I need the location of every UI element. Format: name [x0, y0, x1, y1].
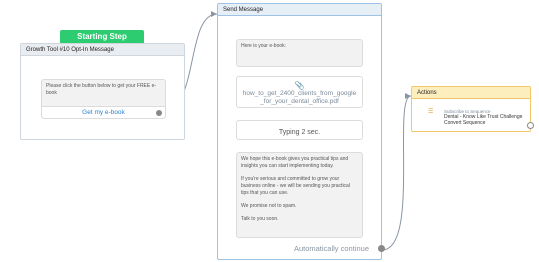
- button-connector-dot[interactable]: [156, 110, 162, 116]
- actions-connector-dot[interactable]: [527, 122, 534, 129]
- message-file-attachment: 📎 how_to_get_2400_clients_from_google_fo…: [236, 76, 363, 108]
- message-paragraph: We promise not to spam.: [241, 203, 297, 209]
- action-subscribe-sequence[interactable]: ☰ Subscribe to Sequence Dental - Know Li…: [418, 106, 526, 128]
- actions-node[interactable]: Actions ☰ Subscribe to Sequence Dental -…: [411, 86, 534, 132]
- message-text-ebook: Here is your e-book:: [236, 39, 363, 67]
- paperclip-icon: 📎: [294, 81, 305, 90]
- actions-node-title: Actions: [412, 87, 530, 99]
- message-text: Here is your e-book:: [241, 43, 287, 49]
- starting-step-badge: Starting Step: [60, 30, 144, 44]
- message-paragraph: Talk to you soon.: [241, 216, 279, 222]
- message-text-body: We hope this e-book gives you practical …: [236, 152, 363, 238]
- get-ebook-button-label: Get my e-book: [82, 109, 125, 116]
- action-value-label: Dental - Know Like Trust Challenge Conve…: [444, 114, 523, 126]
- get-ebook-button[interactable]: Get my e-book: [42, 106, 165, 118]
- message-paragraph: We hope this e-book gives you practical …: [241, 156, 349, 169]
- optin-node-title: Growth Tool #10 Opt-In Message: [21, 44, 184, 56]
- send-message-node[interactable]: Send Message Here is your e-book: 📎 how_…: [217, 3, 385, 260]
- sequence-icon: ☰: [428, 109, 434, 115]
- message-paragraph: If you're serious and committed to grow …: [241, 176, 350, 196]
- optin-message-bubble: Please click the button below to get you…: [41, 79, 166, 119]
- flow-canvas[interactable]: Starting Step Growth Tool #10 Opt-In Mes…: [0, 0, 539, 262]
- file-name: how_to_get_2400_clients_from_google_for_…: [242, 90, 357, 105]
- typing-delay: Typing 2 sec.: [236, 120, 363, 140]
- optin-message-node[interactable]: Growth Tool #10 Opt-In Message Please cl…: [20, 43, 185, 140]
- auto-continue-connector-dot[interactable]: [378, 245, 385, 252]
- wire-send-to-actions: [381, 95, 412, 251]
- typing-delay-label: Typing 2 sec.: [278, 129, 321, 136]
- send-node-title: Send Message: [218, 4, 381, 16]
- auto-continue-label: Automatically continue: [293, 244, 369, 253]
- optin-message-text: Please click the button below to get you…: [46, 83, 157, 96]
